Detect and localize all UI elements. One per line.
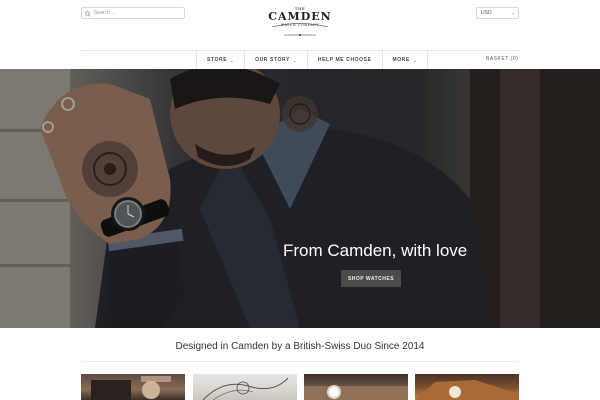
basket-label: BASKET — [486, 56, 509, 62]
product-tile[interactable] — [81, 374, 185, 400]
search-input[interactable] — [94, 8, 184, 18]
search-box[interactable] — [81, 7, 185, 19]
currency-value: USD — [481, 10, 492, 16]
product-image — [304, 385, 408, 400]
product-image — [91, 376, 171, 400]
product-image — [202, 377, 289, 400]
logo-ornament — [271, 23, 329, 36]
search-icon — [85, 4, 91, 22]
basket-link[interactable]: BASKET (0) — [486, 56, 518, 62]
hero-banner: From Camden, with love SHOP WATCHES — [0, 69, 600, 328]
tagline: Designed in Camden by a British-Swiss Du… — [175, 341, 425, 352]
logo[interactable]: THE CAMDEN WATCH COMPANY — [266, 6, 334, 38]
main-nav: STORE ⌄ OUR STORY ⌄ HELP ME CHOOSE MORE … — [196, 51, 428, 69]
hero-image — [0, 69, 600, 328]
product-tile[interactable] — [193, 374, 297, 400]
nav-item-our-story[interactable]: OUR STORY ⌄ — [244, 51, 307, 69]
chevron-down-icon: ⌄ — [510, 10, 515, 16]
nav-item-help-me-choose[interactable]: HELP ME CHOOSE — [306, 51, 382, 69]
chevron-down-icon: ⌄ — [412, 57, 417, 63]
nav-item-label: OUR STORY — [255, 57, 290, 63]
basket-count: (0) — [510, 56, 519, 62]
product-tile[interactable] — [304, 374, 408, 400]
nav-item-label: STORE — [207, 57, 228, 63]
nav-item-label: MORE — [392, 57, 410, 63]
nav-item-store[interactable]: STORE ⌄ — [196, 51, 244, 69]
shop-watches-button[interactable]: SHOP WATCHES — [341, 270, 401, 287]
product-tile[interactable] — [415, 374, 519, 400]
chevron-down-icon: ⌄ — [230, 57, 235, 63]
section-divider — [81, 361, 519, 362]
nav-item-label: HELP ME CHOOSE — [317, 57, 372, 63]
chevron-down-icon: ⌄ — [292, 57, 297, 63]
nav-item-more[interactable]: MORE ⌄ — [381, 51, 428, 69]
hero-title: From Camden, with love — [283, 241, 468, 260]
product-image — [415, 380, 519, 400]
currency-select[interactable]: USD ⌄ — [476, 7, 519, 19]
